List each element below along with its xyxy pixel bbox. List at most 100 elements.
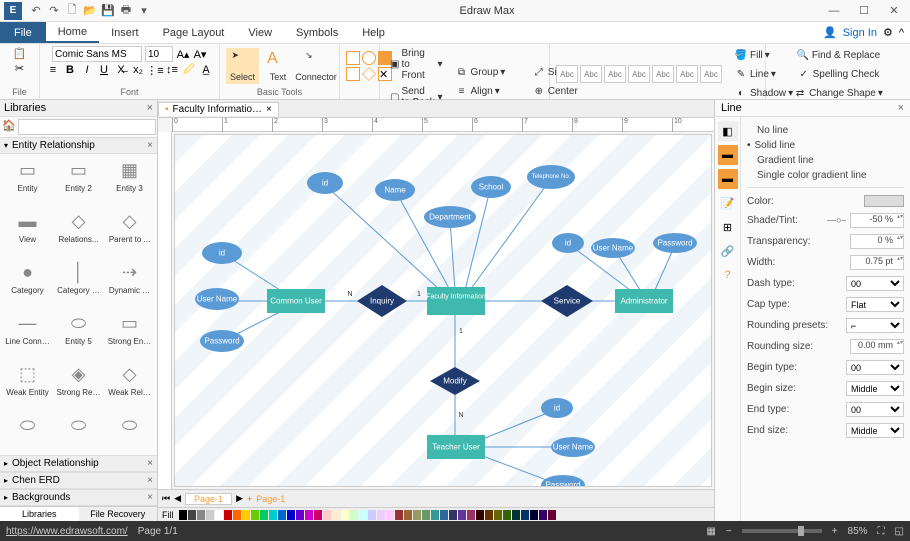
color-swatch[interactable] — [260, 510, 268, 520]
home-icon[interactable]: 🏠 — [2, 119, 16, 135]
strike-icon[interactable]: X̶ — [114, 63, 128, 77]
library-search-input[interactable] — [18, 119, 156, 135]
increase-font-icon[interactable]: A▴ — [176, 47, 190, 61]
shape-item[interactable]: ◇Relations... — [55, 209, 102, 256]
color-swatch[interactable] — [251, 510, 259, 520]
drawing-canvas[interactable]: Inquiry Service Modify Common User Facul… — [174, 134, 712, 487]
rounding-size-value[interactable]: 0.00 mm — [850, 339, 904, 354]
tab-libraries[interactable]: Libraries — [0, 507, 79, 521]
width-value[interactable]: 0.75 pt — [850, 255, 904, 270]
tab-insert[interactable]: Insert — [99, 22, 151, 43]
color-swatch[interactable] — [350, 510, 358, 520]
color-swatch[interactable] — [404, 510, 412, 520]
shape-item[interactable]: ⬚Weak Entity — [4, 362, 51, 409]
shape-item[interactable]: │Category … — [55, 260, 102, 307]
rounding-presets-select[interactable]: ⌐ — [846, 318, 904, 333]
open-icon[interactable]: 📂 — [82, 3, 98, 19]
first-page-icon[interactable]: ⏮ — [162, 493, 170, 504]
group-button[interactable]: ⧉Group ▾ — [451, 64, 524, 82]
select-tool[interactable]: ➤ Select — [226, 48, 259, 84]
end-type-select[interactable]: 00 — [846, 402, 904, 417]
end-size-select[interactable]: Middle — [846, 423, 904, 438]
text-tool[interactable]: A Text — [263, 48, 293, 84]
tab-help[interactable]: Help — [350, 22, 397, 43]
bullets-icon[interactable]: ⋮≡ — [148, 63, 162, 77]
color-swatch[interactable] — [359, 510, 367, 520]
next-page-icon[interactable]: ▶ — [236, 493, 243, 504]
color-swatch[interactable] — [548, 510, 556, 520]
color-swatch[interactable] — [314, 510, 322, 520]
zoom-slider[interactable] — [742, 529, 822, 533]
color-swatch[interactable] — [422, 510, 430, 520]
fill-tab-icon[interactable]: ◧ — [718, 121, 738, 141]
line-tab-icon[interactable]: ▬ — [718, 145, 738, 165]
color-swatch[interactable] — [287, 510, 295, 520]
color-swatch[interactable] — [296, 510, 304, 520]
shape-item[interactable]: ⬭ — [4, 413, 51, 451]
color-swatch[interactable] — [431, 510, 439, 520]
shape-item[interactable]: ⬭ — [55, 413, 102, 451]
document-tab[interactable]: ▪ Faculty Informatio… × — [158, 102, 279, 116]
shape-item[interactable]: —Line Conn… — [4, 311, 51, 358]
color-swatch[interactable] — [476, 510, 484, 520]
color-swatch[interactable] — [539, 510, 547, 520]
color-swatch[interactable] — [521, 510, 529, 520]
connector-tool[interactable]: ↘ Connector — [297, 48, 335, 84]
undo-icon[interactable]: ↶ — [28, 3, 44, 19]
begin-type-select[interactable]: 00 — [846, 360, 904, 375]
color-swatch[interactable] — [864, 195, 904, 207]
find-replace-button[interactable]: 🔍Find & Replace — [792, 46, 884, 64]
color-swatch[interactable] — [377, 510, 385, 520]
category-chen-erd[interactable]: ▸Chen ERD× — [0, 472, 157, 489]
shape-item[interactable]: ▭Strong En… — [106, 311, 153, 358]
fullscreen-icon[interactable]: ◱ — [895, 526, 904, 537]
align-button[interactable]: ≡Align ▾ — [451, 83, 524, 101]
color-swatch[interactable] — [530, 510, 538, 520]
cap-select[interactable]: Flat — [846, 297, 904, 312]
color-swatch[interactable] — [305, 510, 313, 520]
close-icon[interactable]: ✕ — [882, 3, 906, 19]
misc-tab-icon[interactable]: ⊞ — [718, 217, 738, 237]
page-tab-1[interactable]: Page-1 — [185, 493, 232, 505]
maximize-icon[interactable]: ☐ — [852, 3, 876, 19]
bold-icon[interactable]: B — [63, 63, 77, 77]
text-tab-icon[interactable]: 📝 — [718, 193, 738, 213]
style-gallery[interactable]: Abc Abc Abc Abc Abc Abc Abc — [556, 65, 722, 83]
color-swatch[interactable] — [494, 510, 502, 520]
dash-select[interactable]: 00 — [846, 276, 904, 291]
user-icon[interactable]: 👤 — [823, 26, 837, 39]
opt-solid-line[interactable]: Solid line — [747, 138, 904, 153]
shape-item[interactable]: ◇Weak Rel… — [106, 362, 153, 409]
shadow-tab-icon[interactable]: ▬ — [718, 169, 738, 189]
color-swatch[interactable] — [368, 510, 376, 520]
decrease-font-icon[interactable]: A▾ — [193, 47, 207, 61]
italic-icon[interactable]: I — [80, 63, 94, 77]
shape-item[interactable]: ◈Strong Re… — [55, 362, 102, 409]
shade-value[interactable]: -50 % — [850, 213, 904, 228]
color-swatch[interactable] — [197, 510, 205, 520]
style-swatch[interactable]: Abc — [556, 65, 578, 83]
begin-size-select[interactable]: Middle — [846, 381, 904, 396]
close-panel-icon[interactable]: × — [898, 102, 904, 114]
color-swatch[interactable] — [413, 510, 421, 520]
prev-page-icon[interactable]: ◀ — [174, 493, 181, 504]
align-left-icon[interactable]: ≡ — [46, 63, 60, 77]
redo-icon[interactable]: ↷ — [46, 3, 62, 19]
save-icon[interactable]: 💾 — [100, 3, 116, 19]
shape-item[interactable]: ▭Entity 2 — [55, 158, 102, 205]
color-swatch[interactable] — [242, 510, 250, 520]
color-swatch[interactable] — [485, 510, 493, 520]
cut-icon[interactable]: ✂ — [13, 61, 27, 75]
opt-no-line[interactable]: No line — [747, 123, 904, 138]
color-swatch[interactable] — [269, 510, 277, 520]
tab-page-layout[interactable]: Page Layout — [151, 22, 237, 43]
print-icon[interactable]: 🖶 — [118, 3, 134, 19]
status-url[interactable]: https://www.edrawsoft.com/ — [6, 526, 128, 537]
color-swatch[interactable] — [440, 510, 448, 520]
font-color-icon[interactable]: A̲ — [199, 63, 213, 77]
color-swatch[interactable] — [395, 510, 403, 520]
shape-item[interactable]: ▭Entity — [4, 158, 51, 205]
shape-item[interactable]: ▦Entity 3 — [106, 158, 153, 205]
link-tab-icon[interactable]: 🔗 — [718, 241, 738, 261]
color-swatch[interactable] — [386, 510, 394, 520]
